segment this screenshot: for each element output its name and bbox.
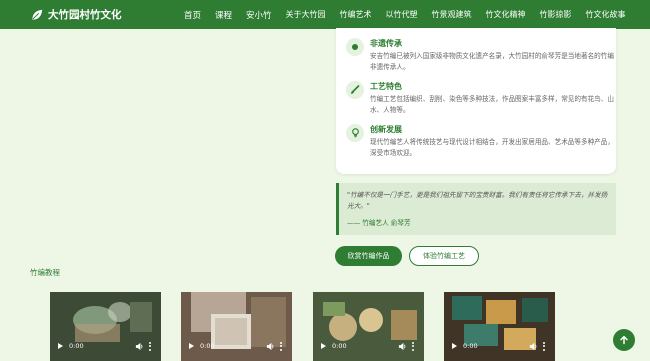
brand[interactable]: 大竹园村竹文化 [30,7,180,22]
video-controls: 0:00 [50,339,161,353]
feature-card: 非遗传承 安吉竹编已被列入国家级非物质文化遗产名录，大竹园村的俞琴芳是当地著名的… [336,28,616,174]
arrow-up-icon [620,335,628,345]
nav-item-bamboo-plastic[interactable]: 以竹代塑 [386,9,418,20]
feature-desc: 现代竹编艺人将传统技艺与现代设计相结合，开发出家居用品、艺术品等多种产品，深受市… [370,138,614,157]
volume-icon[interactable] [135,342,144,351]
more-options-icon[interactable] [543,341,546,351]
nav-item-anxiaozhu[interactable]: 安小竹 [246,9,272,21]
feature-title: 工艺特色 [370,82,402,91]
top-navbar: 大竹园村竹文化 首页 课程 安小竹 关于大竹园 竹编艺术 以竹代塑 竹景观建筑 … [0,0,650,29]
nav-item-about[interactable]: 关于大竹园 [286,9,326,20]
volume-icon[interactable] [529,342,538,351]
nav-item-spirit[interactable]: 竹文化精神 [486,9,526,20]
video-player[interactable]: 0:00 [444,292,555,361]
nav-item-architecture[interactable]: 竹景观建筑 [432,9,472,20]
play-icon[interactable] [321,343,326,349]
quote-text: "竹编不仅是一门手艺，更是我们祖先留下的宝贵财富。我们有责任将它传承下去，并发扬… [347,191,608,210]
video-player[interactable]: 0:00 [50,292,161,361]
play-icon[interactable] [189,343,194,349]
play-icon[interactable] [58,343,63,349]
quote-block: "竹编不仅是一门手艺，更是我们祖先留下的宝贵财富。我们有责任将它传承下去，并发扬… [336,183,616,235]
video-player[interactable]: 0:00 [181,292,292,361]
nav-item-gallery[interactable]: 竹影掠影 [540,9,572,20]
more-options-icon[interactable] [149,341,152,351]
video-controls: 0:00 [444,339,555,353]
nav-item-home[interactable]: 首页 [184,9,201,21]
video-controls: 0:00 [181,339,292,353]
brand-title: 大竹园村竹文化 [48,9,122,21]
feature-desc: 竹编工艺包括编织、刮削、染色等多种技法，作品图案丰富多样，常见的有花鸟、山水、人… [370,95,614,114]
play-icon[interactable] [452,343,457,349]
feature-title: 创新发展 [370,125,402,134]
video-controls: 0:00 [313,339,424,353]
view-works-button[interactable]: 欣赏竹编作品 [335,246,402,266]
video-player[interactable]: 0:00 [313,292,424,361]
more-options-icon[interactable] [412,341,415,351]
video-time: 0:00 [463,342,478,350]
feature-title: 非遗传承 [370,39,402,48]
back-to-top-button[interactable] [613,329,635,351]
leaf-icon [32,9,43,20]
brush-icon [346,81,364,99]
more-options-icon[interactable] [280,341,283,351]
experience-craft-button[interactable]: 体验竹编工艺 [409,246,479,266]
dot-icon [346,38,364,56]
main-nav: 首页 课程 安小竹 关于大竹园 竹编艺术 以竹代塑 竹景观建筑 竹文化精神 竹影… [184,9,640,21]
lightbulb-icon [346,124,364,142]
video-time: 0:00 [200,342,215,350]
video-time: 0:00 [69,342,84,350]
nav-item-weaving-art[interactable]: 竹编艺术 [340,9,372,20]
nav-item-courses[interactable]: 课程 [215,9,232,21]
nav-item-stories[interactable]: 竹文化故事 [586,9,626,20]
volume-icon[interactable] [266,342,275,351]
feature-desc: 安吉竹编已被列入国家级非物质文化遗产名录，大竹园村的俞琴芳是当地著名的竹编非遗传… [370,52,614,71]
quote-author: —— 竹编艺人 俞琴芳 [347,219,411,227]
video-time: 0:00 [332,342,347,350]
section-title: 竹编教程 [30,268,60,277]
volume-icon[interactable] [398,342,407,351]
